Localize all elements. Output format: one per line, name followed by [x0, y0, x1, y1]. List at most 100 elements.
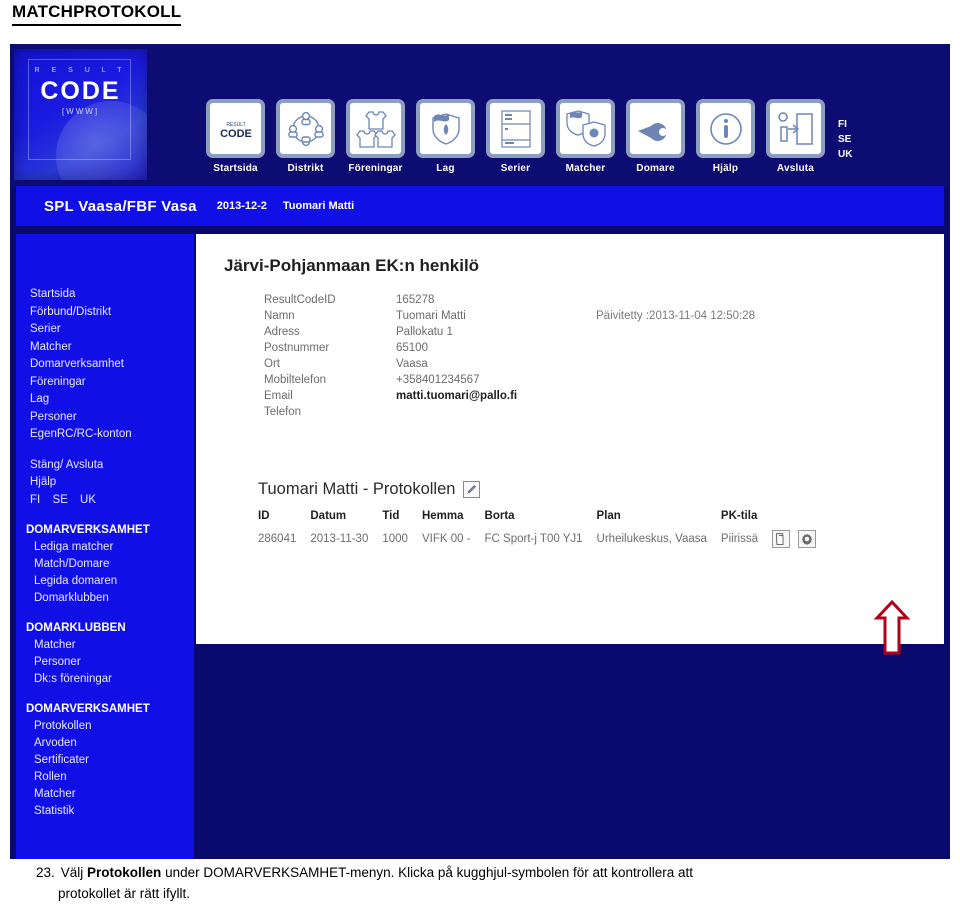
protocols-table: ID Datum Tid Hemma Borta Plan PK-tila 28… [258, 510, 835, 550]
document-copy-icon[interactable] [771, 530, 790, 548]
lang-uk[interactable]: UK [838, 147, 852, 162]
sidebar-item-lediga-matcher[interactable]: Lediga matcher [16, 539, 194, 556]
sidebar-item-serier[interactable]: Serier [16, 321, 194, 339]
sidebar-lang-se[interactable]: SE [52, 494, 67, 506]
protocols-table-body: 286041 2013-11-30 1000 VIFK 00 - FC Spor… [258, 528, 835, 550]
table-header-row: ID Datum Tid Hemma Borta Plan PK-tila [258, 510, 835, 528]
detail-extra [596, 356, 755, 372]
detail-extra [596, 324, 755, 340]
lang-fi[interactable]: FI [838, 117, 852, 132]
sidebar-item-domarverksamhet[interactable]: Domarverksamhet [16, 356, 194, 374]
detail-row-mobiltelefon: Mobiltelefon +358401234567 [264, 372, 755, 388]
detail-extra [596, 340, 755, 356]
main-nav: RESULT CODE Startsida Distrikt Föreninga… [206, 99, 825, 174]
sidebar-item-dk-matcher[interactable]: Matcher [16, 637, 194, 654]
current-user: Tuomari Matti [282, 200, 355, 212]
sidebar-item-rollen[interactable]: Rollen [16, 769, 194, 786]
sidebar-lang-uk[interactable]: UK [80, 494, 96, 506]
nav-item-hjalp[interactable]: Hjälp [696, 99, 755, 174]
col-pk-tila: PK-tila [720, 510, 758, 522]
sidebar-item-dk-personer[interactable]: Personer [16, 654, 194, 671]
sidebar-item-startsida[interactable]: Startsida [16, 286, 194, 304]
nav-item-foreningar[interactable]: Föreningar [346, 99, 405, 174]
caption: 23. Välj Protokollen under DOMARVERKSAMHE… [36, 862, 936, 904]
protocols-table-head: ID Datum Tid Hemma Borta Plan PK-tila [258, 510, 835, 528]
sidebar-item-dv-matcher[interactable]: Matcher [16, 786, 194, 803]
detail-value: 65100 [396, 342, 428, 354]
nav-item-avsluta[interactable]: Avsluta [766, 99, 825, 174]
sidebar-group-heading-domarverksamhet-2: DOMARVERKSAMHET [26, 702, 150, 715]
nav-label: Distrikt [287, 163, 324, 174]
sidebar-item-dks-foreningar[interactable]: Dk:s föreningar [16, 671, 194, 688]
person-details-table: ResultCodeID 165278 Namn Tuomari Matti P… [264, 292, 755, 420]
detail-value: Vaasa [396, 358, 428, 370]
sidebar-item-forbund-distrikt[interactable]: Förbund/Distrikt [16, 304, 194, 322]
cell-hemma: VIFK 00 - [421, 533, 471, 545]
nav-item-startsida[interactable]: RESULT CODE Startsida [206, 99, 265, 174]
detail-extra [596, 372, 755, 388]
sidebar-item-matcher[interactable]: Matcher [16, 339, 194, 357]
logo-www-text: [WWW] [61, 107, 100, 116]
sidebar-item-hjalp[interactable]: Hjälp [16, 474, 194, 492]
sidebar-item-foreningar[interactable]: Föreningar [16, 374, 194, 392]
col-borta: Borta [484, 510, 515, 522]
caption-part1: Välj [60, 865, 88, 880]
caption-bold: Protokollen [87, 865, 162, 880]
logo-code-text: CODE [40, 77, 121, 105]
detail-label: Adress [264, 326, 300, 338]
sidebar-lang-fi[interactable]: FI [30, 494, 40, 506]
sidebar-item-sertificater[interactable]: Sertificater [16, 752, 194, 769]
detail-row-telefon: Telefon [264, 404, 755, 420]
sidebar-nav: Startsida Förbund/Distrikt Serier Matche… [16, 234, 194, 859]
sidebar-item-stang-avsluta[interactable]: Stäng/ Avsluta [16, 457, 194, 475]
group-of-shirts-icon [346, 99, 405, 158]
col-tid: Tid [382, 510, 400, 522]
protocols-title-text: Tuomari Matti - Protokollen [258, 480, 456, 498]
content-panel: Järvi-Pohjanmaan EK:n henkilö ResultCode… [196, 234, 944, 644]
detail-row-adress: Adress Pallokatu 1 [264, 324, 755, 340]
lang-se[interactable]: SE [838, 132, 852, 147]
table-row[interactable]: 286041 2013-11-30 1000 VIFK 00 - FC Spor… [258, 528, 835, 550]
people-circle-icon [276, 99, 335, 158]
cell-datum: 2013-11-30 [310, 533, 369, 545]
nav-item-domare[interactable]: Domare [626, 99, 685, 174]
nav-item-serier[interactable]: Serier [486, 99, 545, 174]
sidebar-item-statistik[interactable]: Statistik [16, 803, 194, 820]
sidebar-item-egenrc[interactable]: EgenRC/RC-konton [16, 426, 194, 444]
nav-item-distrikt[interactable]: Distrikt [276, 99, 335, 174]
edit-pencil-icon[interactable] [463, 481, 481, 498]
sidebar-item-legida-domaren[interactable]: Legida domaren [16, 573, 194, 590]
sidebar-item-domarklubben[interactable]: Domarklubben [16, 590, 194, 607]
nav-label: Serier [500, 163, 531, 174]
sidebar-language-switcher: FI SE UK [16, 492, 194, 509]
header-language-switcher: FI SE UK [838, 117, 852, 162]
sidebar-item-arvoden[interactable]: Arvoden [16, 735, 194, 752]
sidebar-item-match-domare[interactable]: Match/Domare [16, 556, 194, 573]
sidebar-item-protokollen[interactable]: Protokollen [16, 718, 194, 735]
detail-extra [596, 404, 755, 420]
svg-text:CODE: CODE [220, 128, 252, 140]
updated-timestamp: Päivitetty :2013-11-04 12:50:28 [596, 310, 755, 322]
app-header: R E S U L T CODE [WWW] RESULT CODE Start… [10, 44, 950, 186]
two-shields-icon [556, 99, 615, 158]
sidebar-group-heading-domarverksamhet-1: DOMARVERKSAMHET [26, 523, 150, 536]
detail-row-postnummer: Postnummer 65100 [264, 340, 755, 356]
nav-item-lag[interactable]: Lag [416, 99, 475, 174]
detail-value-email: matti.tuomari@pallo.fi [396, 390, 518, 402]
resultcode-logo[interactable]: R E S U L T CODE [WWW] [14, 49, 147, 180]
current-date: 2013-12-2 [216, 200, 267, 212]
shield-flag-icon [416, 99, 475, 158]
detail-extra [596, 292, 755, 308]
detail-label: Postnummer [264, 342, 330, 354]
standings-table-icon [486, 99, 545, 158]
sidebar-item-personer[interactable]: Personer [16, 409, 194, 427]
col-datum: Datum [310, 510, 347, 522]
nav-item-matcher[interactable]: Matcher [556, 99, 615, 174]
detail-value: Tuomari Matti [396, 310, 466, 322]
col-actions [772, 510, 835, 528]
sidebar-item-lag[interactable]: Lag [16, 391, 194, 409]
gear-icon[interactable] [798, 530, 817, 548]
cell-tid: 1000 [382, 533, 408, 545]
nav-label: Avsluta [776, 163, 815, 174]
